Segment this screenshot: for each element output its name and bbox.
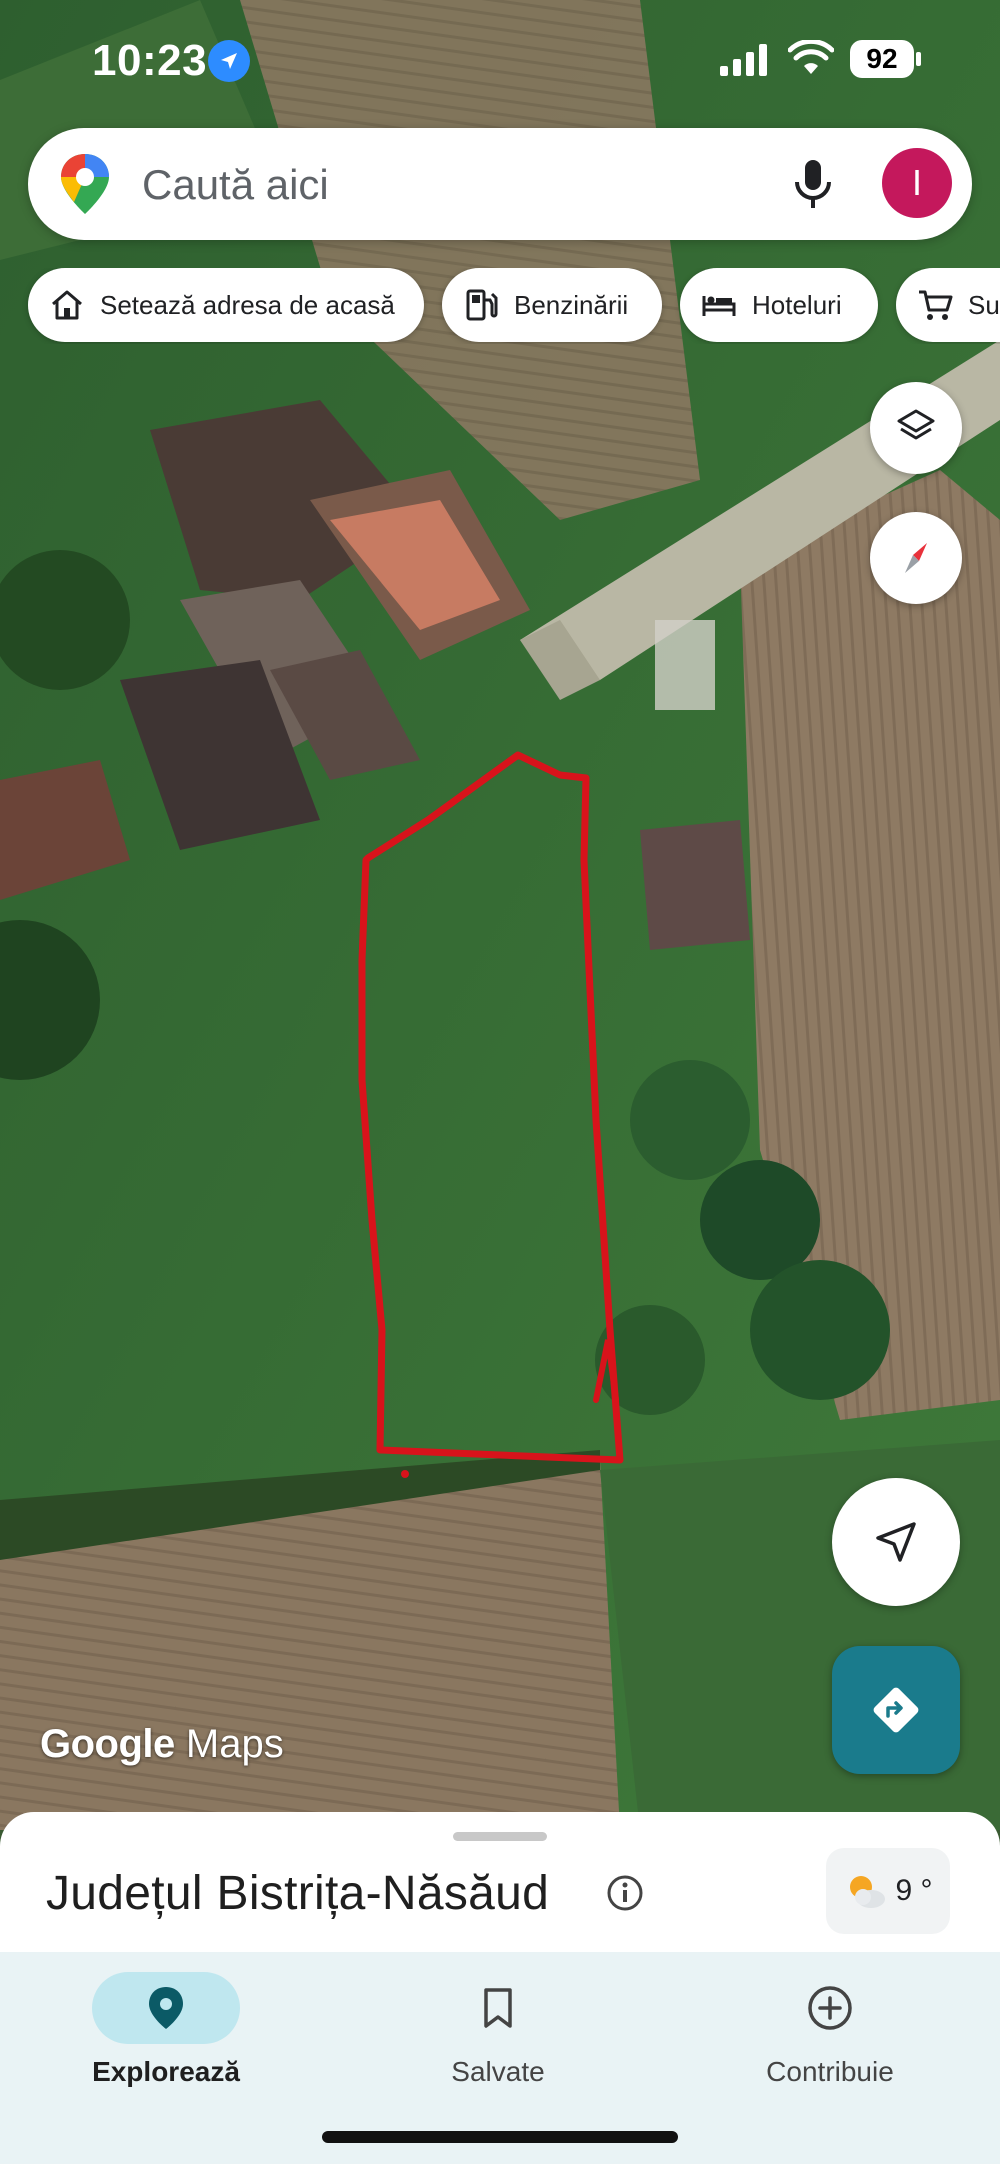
battery-tip xyxy=(916,52,921,66)
chip-gas-stations[interactable]: Benzinării xyxy=(442,268,662,342)
nav-item-contribute[interactable]: Contribuie xyxy=(710,1972,950,2112)
partly-cloudy-icon xyxy=(850,1876,886,1908)
chip-label: Su xyxy=(968,289,1000,320)
status-time: 10:23 xyxy=(92,36,208,85)
battery-indicator: 92 xyxy=(850,40,914,78)
search-bar[interactable]: I xyxy=(28,128,972,240)
chip-label: Benzinării xyxy=(514,289,629,320)
weather-chip[interactable]: 9 ° xyxy=(826,1848,950,1934)
nav-pill-active xyxy=(92,1972,240,2044)
compass-button[interactable] xyxy=(870,512,962,604)
directions-icon xyxy=(873,1687,919,1733)
navigation-arrow-icon xyxy=(876,1522,916,1562)
weather-temp: 9 ° xyxy=(895,1874,933,1907)
shopping-cart-icon xyxy=(919,290,953,320)
bookmark-icon xyxy=(484,1988,512,2028)
compass-icon xyxy=(905,543,927,573)
status-bar: 10:23 92 xyxy=(0,36,1000,86)
my-location-button[interactable] xyxy=(832,1478,960,1606)
bed-icon xyxy=(702,296,736,316)
attribution-google: Google xyxy=(40,1722,175,1766)
info-icon[interactable] xyxy=(606,1874,644,1912)
wifi-icon xyxy=(788,40,834,74)
directions-button[interactable] xyxy=(832,1646,960,1774)
google-maps-attribution: Google Maps xyxy=(40,1722,284,1767)
home-icon xyxy=(52,290,82,320)
nav-pill xyxy=(424,1972,572,2044)
location-pin-icon xyxy=(149,1987,183,2029)
add-circle-icon xyxy=(808,1986,852,2030)
microphone-icon[interactable] xyxy=(783,154,843,214)
nav-label: Contribuie xyxy=(766,2056,894,2087)
nav-label: Salvate xyxy=(451,2056,545,2087)
chip-label: Hoteluri xyxy=(752,289,842,320)
nav-pill xyxy=(756,1972,904,2044)
layers-icon xyxy=(897,409,935,440)
maps-app: 10:23 92 I xyxy=(0,0,1000,2164)
cellular-signal-icon xyxy=(720,44,767,76)
nav-item-saved[interactable]: Salvate xyxy=(378,1972,618,2112)
chip-set-home[interactable]: Setează adresa de acasă xyxy=(28,268,424,342)
nav-item-explore[interactable]: Explorează xyxy=(46,1972,286,2112)
home-indicator[interactable] xyxy=(322,2131,678,2143)
layers-button[interactable] xyxy=(870,382,962,474)
account-avatar[interactable]: I xyxy=(882,148,952,218)
chip-label: Setează adresa de acasă xyxy=(100,289,395,320)
nav-label: Explorează xyxy=(92,2056,240,2087)
chip-groceries[interactable]: Su xyxy=(896,268,1000,342)
sheet-drag-handle[interactable] xyxy=(453,1832,547,1841)
attribution-maps: Maps xyxy=(185,1722,284,1766)
category-chips: Setează adresa de acasă Benzinării Hotel… xyxy=(0,268,1000,344)
search-input[interactable] xyxy=(140,150,764,220)
chip-hotels[interactable]: Hoteluri xyxy=(680,268,878,342)
location-arrow-icon xyxy=(208,40,250,82)
gas-station-icon xyxy=(466,289,498,321)
place-title: Județul Bistrița-Năsăud xyxy=(46,1867,550,1920)
google-maps-pin-icon xyxy=(61,154,109,214)
